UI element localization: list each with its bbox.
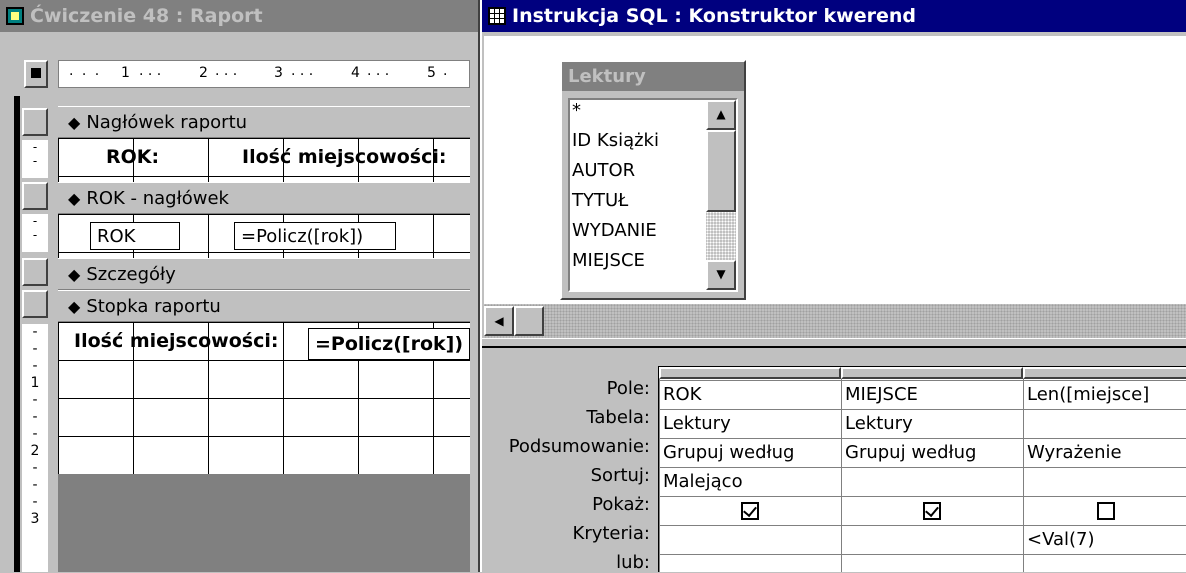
vertical-ruler-body: --- 1 --- 2 --- 3 [22, 324, 48, 572]
rok-label[interactable]: ROK: [106, 146, 159, 168]
grid-cell-podsumowanie[interactable]: Grupuj według [659, 438, 841, 467]
grid-cell-pokaz [659, 496, 841, 525]
pane-splitter[interactable] [482, 338, 1186, 348]
vruler-mark-3: 3 [30, 511, 40, 527]
rok-textbox[interactable]: ROK [90, 222, 180, 250]
query-design-grid: Pole: Tabela: Podsumowanie: Sortuj: Poka… [482, 350, 1186, 573]
report-icon [6, 7, 24, 25]
scroll-left-button[interactable]: ◀ [484, 306, 514, 336]
grid-cell-kryteria[interactable] [841, 525, 1023, 554]
footer-count-expression[interactable]: =Policz([rok]) [308, 328, 470, 360]
section-bar-details[interactable]: ◆ Szczegóły [58, 258, 470, 290]
section-bar-group-header[interactable]: ◆ ROK - nagłówek [58, 182, 470, 214]
grid-cell-kryteria[interactable] [659, 525, 841, 554]
ruler-mark-2: 2 [199, 65, 208, 81]
vruler-mark-1: 1 [30, 375, 40, 391]
row-label-sortuj: Sortuj: [590, 465, 650, 486]
grid-cell-pokaz [841, 496, 1023, 525]
ruler-mark-4: 4 [351, 65, 360, 81]
show-checkbox[interactable] [741, 501, 759, 520]
grid-cell-pole[interactable]: Len([miejsce] [1023, 380, 1186, 409]
report-footer-area: Ilość miejscowości: =Policz([rok]) [58, 322, 470, 474]
section-arrow-icon: ◆ [68, 296, 81, 316]
field-list-scrollbar[interactable]: ▲ ▼ [706, 100, 736, 290]
section-selector-report-header[interactable] [22, 108, 48, 136]
section-selector-group-header[interactable] [22, 182, 48, 210]
grid-cell-tabela[interactable]: Lektury [659, 409, 841, 438]
report-design-surface: ◆ Nagłówek raportu ROK: Ilość miejscowoś… [58, 106, 470, 572]
section-arrow-icon: ◆ [68, 264, 81, 284]
vertical-ruler: -- -- --- 1 --- 2 --- 3 [14, 96, 50, 572]
grid-cell-kryteria[interactable]: <Val(7) [1023, 525, 1186, 554]
scroll-up-button[interactable]: ▲ [706, 100, 736, 130]
grid-cell-pole[interactable]: ROK [659, 380, 841, 409]
query-grid-icon [488, 7, 506, 25]
grid-row-labels: Pole: Tabela: Podsumowanie: Sortuj: Poka… [482, 368, 658, 573]
table-pane-scroll-area [484, 304, 1186, 338]
count-expression-textbox[interactable]: =Policz([rok]) [234, 222, 396, 250]
column-selector[interactable] [1023, 367, 1186, 379]
row-label-pokaz: Pokaż: [592, 494, 650, 515]
count-label[interactable]: Ilość miejscowości: [242, 146, 446, 168]
table-field-list-title[interactable]: Lektury [562, 62, 744, 91]
section-bar-report-footer[interactable]: ◆ Stopka raportu [58, 290, 470, 322]
show-checkbox[interactable] [923, 501, 941, 520]
grid-cell-pole[interactable]: MIEJSCE [841, 380, 1023, 409]
scroll-down-button[interactable]: ▼ [706, 260, 736, 290]
show-checkbox[interactable] [1097, 501, 1115, 520]
report-empty-area [58, 474, 470, 572]
row-label-tabela: Tabela: [586, 407, 650, 428]
grid-cell-tabela[interactable]: Lektury [841, 409, 1023, 438]
scroll-thumb[interactable] [514, 306, 544, 336]
ruler-corner[interactable] [24, 60, 48, 88]
field-listbox[interactable]: * ID Książki AUTOR TYTUŁ WYDANIE MIEJSCE… [568, 98, 738, 292]
row-label-pole: Pole: [606, 378, 650, 399]
query-window: Instrukcja SQL : Konstruktor kwerend ◀ L… [480, 0, 1186, 573]
query-title: Instrukcja SQL : Konstruktor kwerend [512, 5, 916, 27]
grid-cell-sortuj[interactable]: Malejąco [659, 467, 841, 496]
row-label-podsumowanie: Podsumowanie: [508, 436, 650, 457]
horizontal-ruler: · · · 1 · · · 2 · · · 3 · · · 4 · · · 5 … [58, 60, 470, 88]
section-title-details: Szczegóły [86, 263, 176, 285]
report-title-bar[interactable]: Ćwiczenie 48 : Raport [0, 0, 478, 32]
section-title-report-footer: Stopka raportu [86, 295, 221, 317]
table-field-list[interactable]: Lektury * ID Książki AUTOR TYTUŁ WYDANIE… [560, 60, 746, 300]
grid-cell-sortuj[interactable] [841, 467, 1023, 496]
section-selector-footer[interactable] [22, 290, 48, 318]
vruler-mark-2: 2 [30, 443, 40, 459]
table-pane: ◀ Lektury * ID Książki AUTOR TYTUŁ WYDAN… [484, 36, 1186, 338]
query-title-bar[interactable]: Instrukcja SQL : Konstruktor kwerend [482, 0, 1186, 32]
column-selector[interactable] [841, 367, 1023, 379]
report-header-area: ROK: Ilość miejscowości: [58, 138, 470, 182]
grid-cell-tabela[interactable] [1023, 409, 1186, 438]
row-label-kryteria: Kryteria: [572, 523, 650, 544]
section-bar-report-header[interactable]: ◆ Nagłówek raportu [58, 106, 470, 138]
grid-columns: ROK Lektury Grupuj według Malejąco MIEJS… [658, 366, 1186, 572]
scroll-thumb[interactable] [706, 130, 736, 212]
footer-count-label[interactable]: Ilość miejscowości: [74, 330, 278, 352]
grid-cell-sortuj[interactable] [1023, 467, 1186, 496]
ruler-mark-3: 3 [274, 65, 283, 81]
section-arrow-icon: ◆ [68, 112, 81, 132]
grid-cell-podsumowanie[interactable]: Grupuj według [841, 438, 1023, 467]
ruler-mark-5: 5 [427, 65, 436, 81]
ruler-mark-1: 1 [121, 65, 130, 81]
section-title-group-header: ROK - nagłówek [86, 187, 229, 209]
section-selector-details[interactable] [22, 258, 48, 286]
section-title-report-header: Nagłówek raportu [86, 111, 248, 133]
column-selector[interactable] [659, 367, 841, 379]
grid-cell-pokaz [1023, 496, 1186, 525]
report-title: Ćwiczenie 48 : Raport [30, 5, 263, 27]
grid-cell-podsumowanie[interactable]: Wyrażenie [1023, 438, 1186, 467]
row-label-lub: lub: [616, 552, 650, 573]
section-arrow-icon: ◆ [68, 188, 81, 208]
group-header-area: ROK =Policz([rok]) [58, 214, 470, 258]
report-window: Ćwiczenie 48 : Raport · · · 1 · · · 2 · … [0, 0, 480, 572]
